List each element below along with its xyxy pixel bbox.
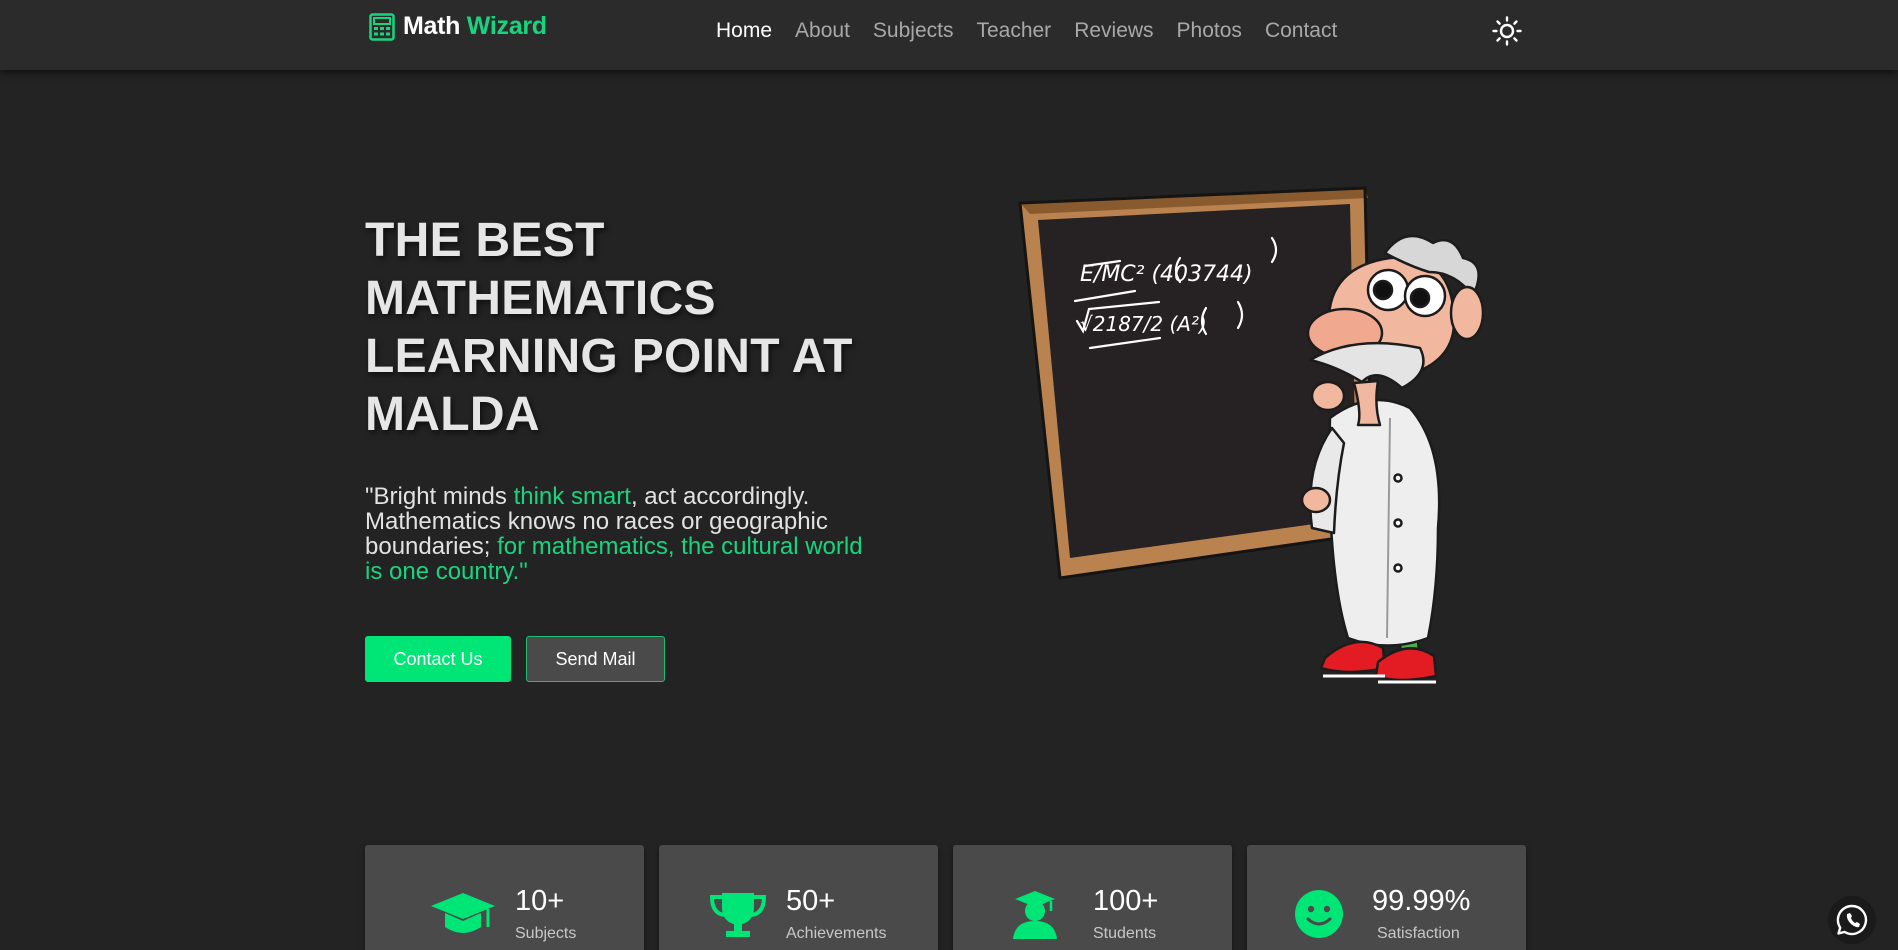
stat-label: Students [1093,925,1157,942]
send-mail-button[interactable]: Send Mail [526,636,665,682]
stat-card-students: 100+ Students [953,845,1232,950]
trophy-icon [709,893,767,937]
navbar: Math Wizard Home About Subjects Teacher … [0,0,1898,70]
sun-icon [1492,16,1522,46]
nav-link-photos[interactable]: Photos [1177,18,1242,44]
stat-value: 10+ [515,885,565,917]
nav-link-about[interactable]: About [795,18,850,44]
student-icon [1013,891,1057,939]
nav-link-home[interactable]: Home [716,18,772,44]
nav-link-reviews[interactable]: Reviews [1074,18,1153,44]
quote-part1: "Bright minds [365,483,514,510]
stat-label: Achievements [786,925,887,942]
smile-icon [1295,890,1343,938]
nav-link-contact[interactable]: Contact [1265,18,1337,44]
brand-logo-link[interactable]: Math Wizard [369,12,547,41]
whatsapp-button[interactable] [1828,896,1876,944]
brand-name-part2: Wizard [466,12,547,40]
stat-card-satisfaction: 99.99% Satisfaction [1247,845,1526,950]
board-line-1: E/MC² (403744) [1080,262,1253,287]
brand-name: Math Wizard [403,12,547,41]
professor-chalkboard-illustration: E/MC² (403744) √2187/2 (A²) [1018,186,1485,684]
nav-link-subjects[interactable]: Subjects [873,18,954,44]
stat-card-subjects: 10+ Subjects [365,845,644,950]
quote-highlight-1: think smart [513,483,631,510]
stat-label: Subjects [515,925,577,942]
hero-title: THE BEST MATHEMATICS LEARNING POINT AT M… [365,214,853,441]
nav-link-teacher[interactable]: Teacher [976,18,1051,44]
whatsapp-icon [1836,904,1868,936]
calculator-icon [369,12,395,41]
stat-value: 99.99% [1372,885,1471,917]
theme-toggle-button[interactable] [1492,16,1522,46]
graduation-cap-icon [431,893,495,933]
nav-menu: Home About Subjects Teacher Reviews Phot… [716,18,1337,44]
board-line-2: √2187/2 (A²) [1080,312,1207,336]
brand-name-part1: Math [403,12,461,40]
stat-card-achievements: 50+ Achievements [659,845,938,950]
stat-value: 100+ [1093,885,1159,917]
stat-value: 50+ [786,885,836,917]
stat-label: Satisfaction [1377,925,1460,942]
contact-us-button[interactable]: Contact Us [365,636,511,682]
hero-quote: "Bright minds think smart, act according… [365,484,875,584]
